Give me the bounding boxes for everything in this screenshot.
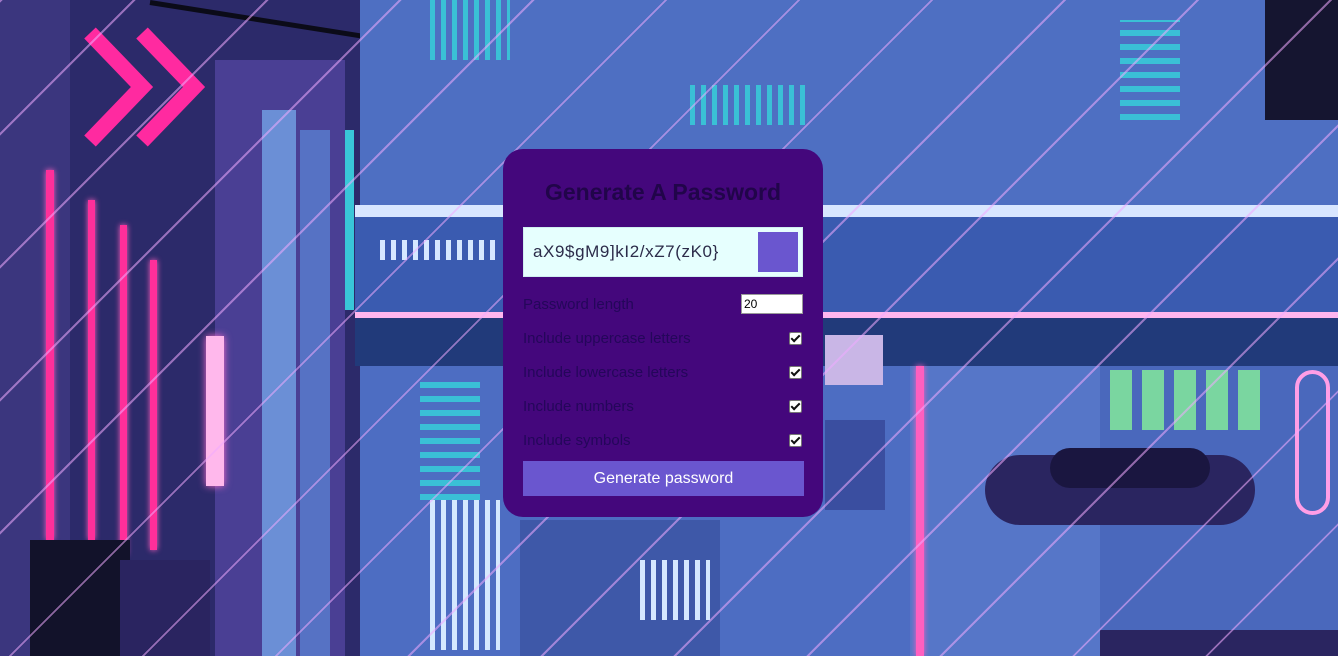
copy-button[interactable] (758, 232, 798, 272)
lowercase-checkbox[interactable] (789, 365, 802, 379)
setting-length: Password length (523, 293, 803, 315)
length-label: Password length (523, 295, 634, 313)
generate-password-button[interactable]: Generate password (523, 461, 804, 496)
symbols-label: Include symbols (523, 431, 631, 449)
setting-symbols: Include symbols (523, 429, 803, 451)
password-generator-card: Generate A Password aX9$gM9]kI2/xZ7(zK0}… (503, 149, 823, 517)
password-result-box: aX9$gM9]kI2/xZ7(zK0} (523, 227, 803, 277)
uppercase-checkbox[interactable] (789, 331, 802, 345)
numbers-checkbox[interactable] (789, 399, 802, 413)
lowercase-label: Include lowercase letters (523, 363, 689, 381)
setting-uppercase: Include uppercase letters (523, 327, 803, 349)
card-title: Generate A Password (544, 179, 782, 205)
password-result-text[interactable]: aX9$gM9]kI2/xZ7(zK0} (524, 242, 758, 262)
uppercase-label: Include uppercase letters (523, 329, 691, 347)
length-input[interactable] (741, 294, 803, 314)
settings-list: Password length Include uppercase letter… (523, 293, 803, 451)
chevron-sign-icon (84, 27, 206, 147)
symbols-checkbox[interactable] (789, 433, 802, 447)
setting-lowercase: Include lowercase letters (523, 361, 803, 383)
setting-numbers: Include numbers (523, 395, 803, 417)
numbers-label: Include numbers (523, 397, 634, 415)
